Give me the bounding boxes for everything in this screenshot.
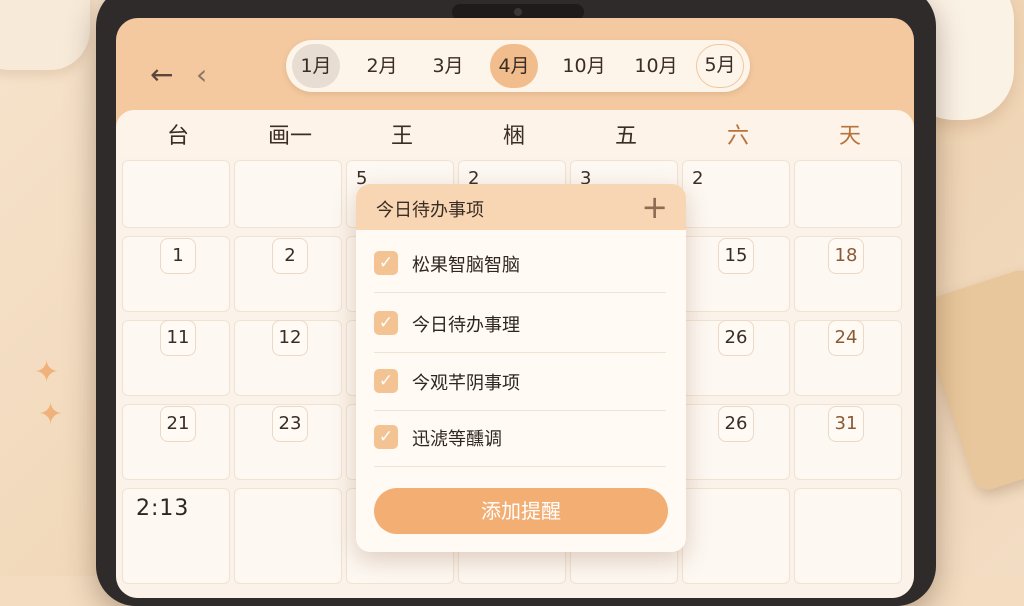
calendar-cell[interactable] [794,488,902,584]
date-cell[interactable]: 18 [828,238,864,274]
date-cell[interactable]: 23 [272,406,308,442]
todo-item-label: 松果智脑智脑 [412,255,520,276]
checkbox-checked-icon[interactable]: ✓ [374,425,398,449]
weekday-label: 梱 [502,124,525,149]
weekday-label: 六 [726,124,749,149]
todo-item[interactable]: ✓ 今日待办事理 [374,294,666,353]
month-tab[interactable]: 2月 [358,44,406,88]
month-tab[interactable]: 10月 [556,44,612,88]
sparkle-icon: ✦ [38,397,64,432]
date-number: 2 [692,168,704,189]
month-selector: 1月 2月 3月 4月 10月 10月 5月 [286,40,750,92]
cushion-decor [0,0,90,70]
sparkle-icon: ✦ [34,355,60,390]
month-tab[interactable]: 3月 [424,44,472,88]
checkbox-checked-icon[interactable]: ✓ [374,251,398,275]
calendar-cell[interactable] [682,488,790,584]
date-cell[interactable]: 21 [160,406,196,442]
weekday-label: 五 [614,124,637,149]
calendar-cell[interactable] [794,160,902,228]
month-tab[interactable]: 10月 [628,44,684,88]
weekday-label: 王 [390,124,413,149]
todo-item[interactable]: ✓ 松果智脑智脑 [374,234,666,293]
month-tab[interactable]: 5月 [696,44,744,88]
date-cell[interactable]: 15 [718,238,754,274]
weekday-label: 天 [838,124,861,149]
date-cell[interactable]: 31 [828,406,864,442]
date-cell[interactable]: 1 [160,238,196,274]
month-tab[interactable]: 1月 [292,44,340,88]
todo-card-header: 今日待办事项 + [356,184,686,230]
weekday-label: 台 [166,124,189,149]
date-cell[interactable]: 2 [272,238,308,274]
date-cell[interactable]: 26 [718,406,754,442]
chevron-left-icon[interactable]: ‹ [196,58,207,91]
todo-card-title: 今日待办事项 [376,200,484,221]
calendar-cell[interactable] [122,160,230,228]
todo-item-label: 今观芊阴事项 [412,373,520,394]
date-cell[interactable]: 24 [828,320,864,356]
date-cell[interactable]: 26 [718,320,754,356]
todo-item-label: 今日待办事理 [412,315,520,336]
weekday-label: 画一 [267,124,312,149]
date-cell[interactable]: 12 [272,320,308,356]
todo-card: 今日待办事项 + ✓ 松果智脑智脑 ✓ 今日待办事理 ✓ 今观芊阴事项 ✓ 迅淲… [356,184,686,552]
checkbox-checked-icon[interactable]: ✓ [374,311,398,335]
todo-item[interactable]: ✓ 迅淲等醺调 [374,408,666,467]
todo-item-label: 迅淲等醺调 [412,429,502,450]
time-label: 2:13 [136,496,190,521]
date-cell[interactable]: 11 [160,320,196,356]
todo-item[interactable]: ✓ 今观芊阴事项 [374,352,666,411]
calendar-cell[interactable] [234,488,342,584]
calendar-cell[interactable] [234,160,342,228]
plus-icon[interactable]: + [641,188,668,226]
add-reminder-button[interactable]: 添加提醒 [374,488,668,534]
arrow-left-icon[interactable]: ← [150,58,173,91]
checkbox-checked-icon[interactable]: ✓ [374,369,398,393]
month-tab-active[interactable]: 4月 [490,44,538,88]
